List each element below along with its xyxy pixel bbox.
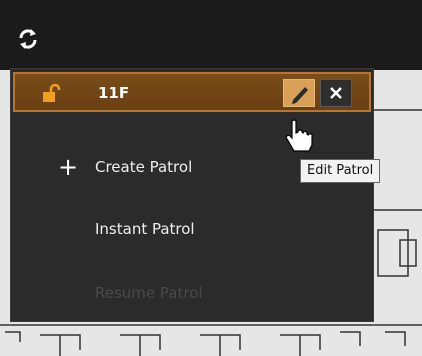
tooltip: Edit Patrol xyxy=(300,159,381,183)
patrol-menu: 11F + Create Patrol Instant Patrol Resum… xyxy=(10,68,374,322)
top-toolbar xyxy=(0,0,422,70)
pencil-icon xyxy=(292,87,308,104)
unlock-icon[interactable] xyxy=(41,83,61,103)
sync-icon[interactable] xyxy=(16,27,40,51)
plus-icon[interactable]: + xyxy=(58,155,78,179)
edit-patrol-button[interactable] xyxy=(283,79,315,107)
menu-header-11f[interactable]: 11F xyxy=(13,72,371,112)
close-icon xyxy=(330,87,342,99)
resume-patrol-item: Resume Patrol xyxy=(95,284,203,302)
header-title: 11F xyxy=(98,84,130,102)
create-patrol-item[interactable]: Create Patrol xyxy=(95,158,192,176)
instant-patrol-item[interactable]: Instant Patrol xyxy=(95,220,195,238)
close-button[interactable] xyxy=(320,79,352,107)
hand-cursor-icon xyxy=(285,119,313,152)
